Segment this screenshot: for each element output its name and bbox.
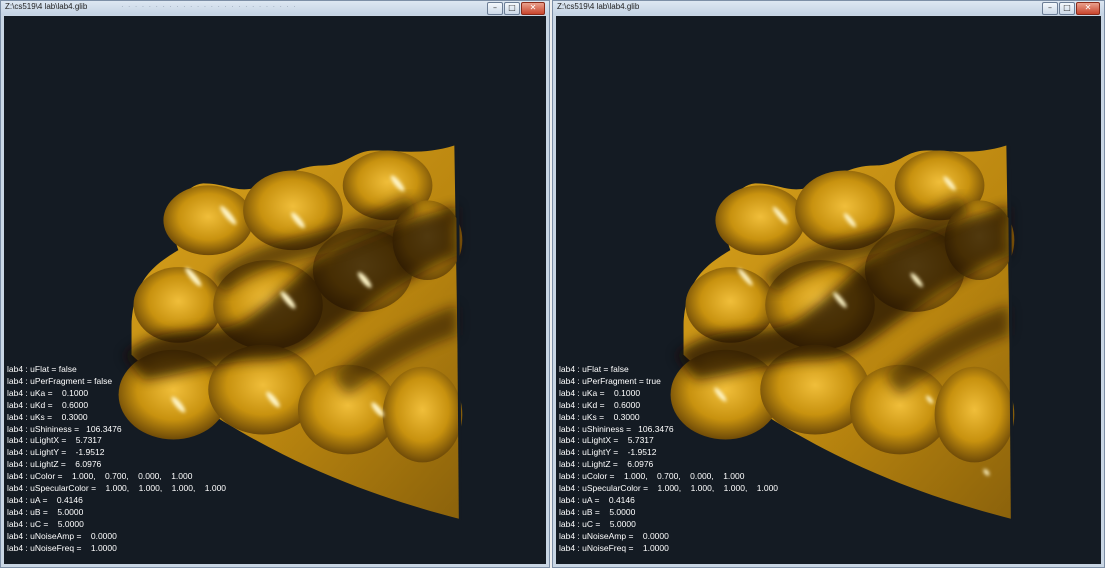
uniform-row: lab4 : uFlat = false [7, 364, 77, 374]
uniform-row: lab4 : uKd = 0.6000 [7, 399, 89, 410]
uniform-row: lab4 : uC = 5.0000 [7, 518, 84, 529]
title-bar[interactable]: Z:\cs519\4 lab\lab4.glib – □ ✕ [553, 1, 1104, 15]
uniform-row: lab4 : uLightY = -1.9512 [7, 447, 105, 458]
window-title: Z:\cs519\4 lab\lab4.glib [557, 2, 640, 11]
render-viewport[interactable]: lab4 : uFlat = false lab4 : uPerFragment… [4, 16, 546, 564]
uniform-row: lab4 : uKa = 0.1000 [559, 387, 641, 398]
uniform-row: lab4 : uKs = 0.3000 [559, 411, 640, 422]
bump [382, 366, 463, 463]
close-button[interactable]: ✕ [521, 2, 545, 15]
glman-window-right: Z:\cs519\4 lab\lab4.glib – □ ✕ lab4: uF… [552, 0, 1105, 568]
uniform-row: lab4 : uNoiseAmp = 0.0000 [559, 530, 669, 541]
uniform-readout: lab4 : uFlat = false lab4 : uPerFragment… [559, 364, 778, 555]
uniform-row: lab4 : uNoiseFreq = 1.0000 [7, 542, 117, 553]
bump [715, 185, 806, 256]
maximize-button[interactable]: □ [504, 2, 520, 15]
minimize-button[interactable]: – [1042, 2, 1058, 15]
uniform-row: lab4 : uLightZ = 6.0976 [559, 459, 654, 470]
uniform-row: lab4 : uKd = 0.6000 [559, 399, 641, 410]
uniform-row: lab4 : uShininess = 106.3476 [7, 423, 122, 434]
uniform-row: lab4 : uA = 0.4146 [559, 494, 635, 505]
title-bar[interactable]: Z:\cs519\4 lab\lab4.glib · · · · · · · ·… [1, 1, 549, 15]
uniform-row: lab4 : uB = 5.0000 [7, 506, 84, 517]
uniform-row: lab4 : uSpecularColor = 1.000, 1.000, 1.… [559, 483, 779, 494]
uniform-row: lab4 : uColor = 1.000, 0.700, 0.000, 1.0… [7, 471, 193, 482]
uniform-row: lab4 : uKa = 0.1000 [7, 387, 89, 398]
close-button[interactable]: ✕ [1076, 2, 1100, 15]
uniform-row: lab4 : uNoiseAmp = 0.0000 [7, 530, 117, 541]
title-bar-ghost-text: · · · · · · · · · · · · · · · · · · · · … [121, 2, 297, 11]
uniform-row: lab4 : uPerFragment = false [7, 375, 113, 386]
uniform-row: lab4 : uKs = 0.3000 [7, 411, 88, 422]
maximize-button[interactable]: □ [1059, 2, 1075, 15]
uniform-row: lab4 : uColor = 1.000, 0.700, 0.000, 1.0… [559, 471, 745, 482]
bump [163, 185, 254, 256]
uniform-row: lab4 : uLightX = 5.7317 [559, 435, 654, 446]
bump [934, 366, 1015, 463]
uniform-row: lab4 : uFlat = false [559, 364, 629, 374]
uniform-row: lab4 : uLightY = -1.9512 [559, 447, 657, 458]
window-title: Z:\cs519\4 lab\lab4.glib [5, 2, 88, 11]
uniform-row: lab4 : uLightX = 5.7317 [7, 435, 102, 446]
uniform-readout: lab4 : uFlat = false lab4 : uPerFragment… [7, 364, 226, 555]
uniform-row: lab4 : uLightZ = 6.0976 [7, 459, 102, 470]
uniform-row: lab4 : uSpecularColor = 1.000, 1.000, 1.… [7, 483, 227, 494]
uniform-row: lab4 : uShininess = 106.3476 [559, 423, 674, 434]
uniform-row: lab4 : uB = 5.0000 [559, 506, 636, 517]
minimize-button[interactable]: – [487, 2, 503, 15]
uniform-row: lab4 : uA = 0.4146 [7, 494, 83, 505]
glman-window-left: Z:\cs519\4 lab\lab4.glib · · · · · · · ·… [0, 0, 550, 568]
render-viewport[interactable]: lab4 : uFlat = false lab4 : uPerFragment… [556, 16, 1101, 564]
uniform-row: lab4 : uNoiseFreq = 1.0000 [559, 542, 669, 553]
uniform-row: lab4 : uC = 5.0000 [559, 518, 636, 529]
uniform-row: lab4 : uPerFragment = true [559, 375, 661, 386]
